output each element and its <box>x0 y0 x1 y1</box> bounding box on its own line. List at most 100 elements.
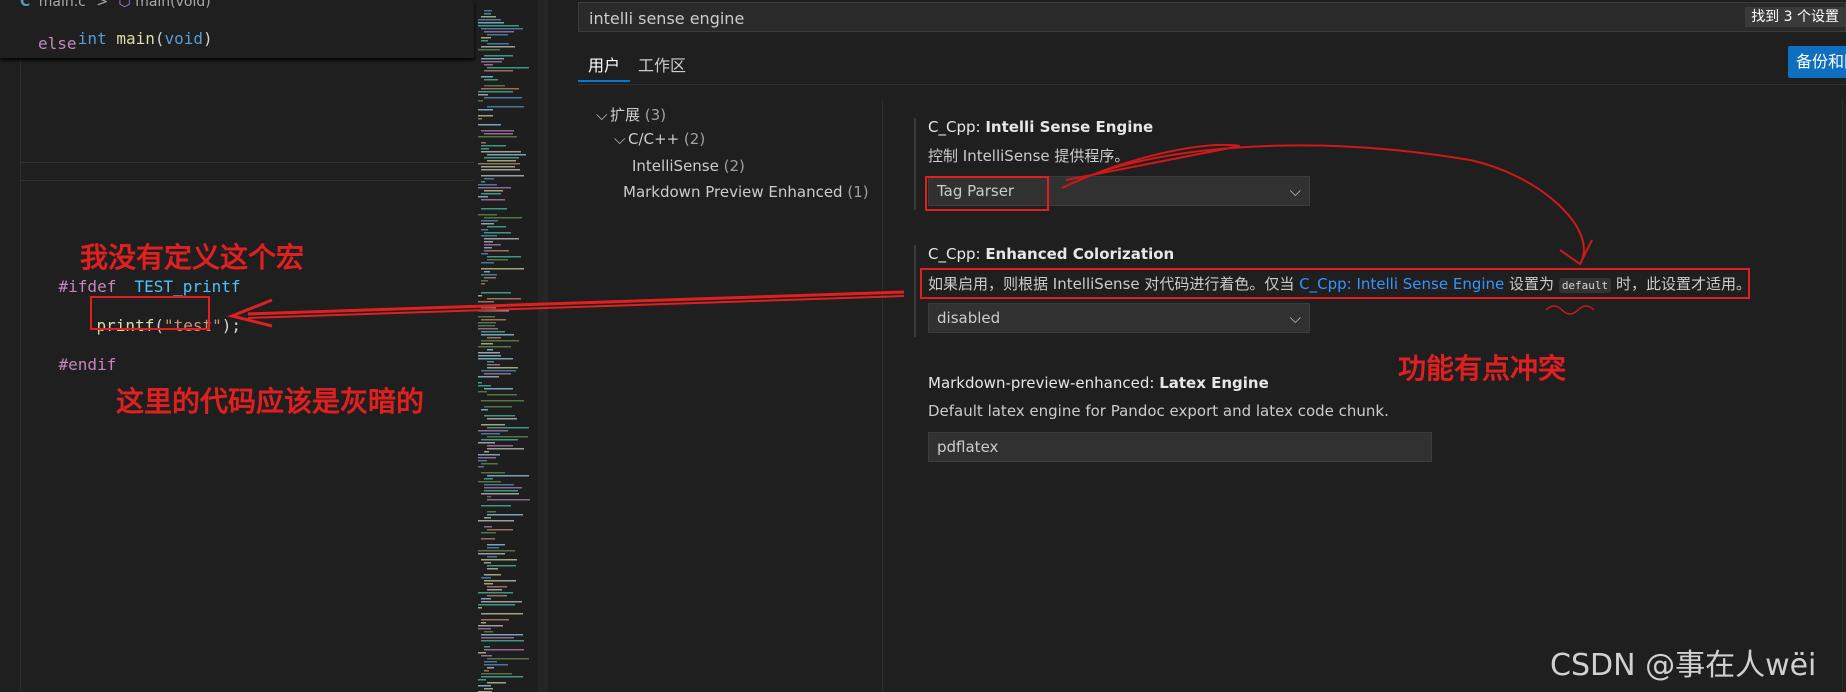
minimap-line <box>478 430 508 432</box>
setting-name: Latex Engine <box>1159 374 1269 392</box>
toc-label: C/C++ <box>628 130 680 148</box>
minimap-line <box>484 79 498 81</box>
minimap-line <box>487 514 523 516</box>
divider-line <box>20 162 474 163</box>
minimap-line <box>487 667 494 669</box>
macro-name: TEST_printf <box>134 277 241 296</box>
minimap-line <box>484 190 503 192</box>
tab-user[interactable]: 用户 <box>588 52 620 76</box>
minimap-line <box>481 166 515 168</box>
minimap-line <box>478 625 503 627</box>
minimap-line <box>484 517 491 519</box>
sticky-scroll[interactable]: C main.c > ⬡ main(void) int main(void) e… <box>0 0 474 58</box>
minimap-line <box>481 538 495 540</box>
minimap-line <box>478 592 513 594</box>
minimap-line <box>478 322 496 324</box>
minimap-line <box>478 310 509 312</box>
minimap-line <box>481 400 524 402</box>
breadcrumb[interactable]: C main.c > ⬡ main(void) <box>0 0 211 10</box>
minimap-line <box>484 64 493 66</box>
minimap-line <box>484 232 511 234</box>
minimap-line <box>481 145 506 147</box>
toc-count: (2) <box>723 157 745 175</box>
minimap-line <box>481 601 522 603</box>
minimap-line <box>484 631 493 633</box>
chevron-right-icon: > <box>96 0 109 10</box>
minimap-line <box>478 460 487 462</box>
minimap-line <box>478 109 493 111</box>
breadcrumb-file[interactable]: main.c <box>39 0 86 10</box>
toc-label: 扩展 <box>610 106 641 124</box>
code-editor[interactable]: #ifdef TEST_printf printf("test"); #endi… <box>0 0 478 692</box>
enhanced-colorization-select[interactable]: disabled ⌵ <box>928 303 1310 333</box>
code-line-endif[interactable]: #endif <box>20 336 117 393</box>
minimap-line <box>487 106 524 108</box>
toc-item-cpp[interactable]: ⌵ C/C++ (2) <box>614 130 705 148</box>
minimap-line <box>484 157 519 159</box>
minimap-line <box>481 208 507 210</box>
minimap-line <box>481 40 488 42</box>
minimap-line <box>478 628 491 630</box>
minimap-line <box>478 328 498 330</box>
minimap-line <box>487 658 529 660</box>
setting-category: C_Cpp: <box>928 118 986 136</box>
minimap-line <box>481 220 498 222</box>
minimap-line <box>487 349 493 351</box>
cube-icon: ⬡ <box>118 0 131 10</box>
annotation-box-macro <box>90 296 210 330</box>
setting-category: Markdown-preview-enhanced: <box>928 374 1160 392</box>
minimap-line <box>478 124 501 126</box>
directive-endif: #endif <box>58 355 117 374</box>
minimap-line <box>481 676 523 678</box>
minimap-line <box>478 685 491 687</box>
watermark: CSDN @事在人wëi <box>1550 648 1817 683</box>
params-close: ) <box>203 29 213 48</box>
minimap-line <box>487 226 506 228</box>
chevron-down-icon: ⌵ <box>1289 309 1301 327</box>
settings-panel[interactable]: 找到 3 个设置 用户 工作区 备份和同步设置 ⌵扩展 (3) ⌵C/C++ (… <box>548 0 1846 692</box>
minimap-line <box>484 178 494 180</box>
minimap-line <box>481 37 491 39</box>
editor-scrollbar[interactable] <box>538 0 548 692</box>
minimap-line <box>481 76 493 78</box>
settings-search-input[interactable] <box>587 3 1591 33</box>
toc-label: Markdown Preview Enhanced <box>623 183 843 201</box>
minimap-line <box>478 376 499 378</box>
param-type: void <box>164 29 204 48</box>
minimap-line <box>487 529 513 531</box>
minimap-line <box>481 640 524 642</box>
settings-search-box[interactable]: 找到 3 个设置 <box>578 2 1846 33</box>
breadcrumb-symbol[interactable]: main(void) <box>135 0 211 10</box>
minimap-line <box>487 34 508 36</box>
setting-title-latex-engine: Markdown-preview-enhanced: Latex Engine <box>928 374 1269 392</box>
c-file-icon: C <box>20 0 31 10</box>
minimap-line <box>478 652 486 654</box>
minimap-line <box>478 454 500 456</box>
minimap-line <box>487 364 500 366</box>
minimap-line <box>481 148 489 150</box>
backup-sync-button[interactable]: 备份和同步设置 <box>1788 46 1846 78</box>
minimap-line <box>484 451 489 453</box>
function-name: main <box>116 29 155 48</box>
latex-engine-input[interactable]: pdflatex <box>928 432 1432 462</box>
minimap-line <box>487 394 517 396</box>
minimap-line <box>484 664 508 666</box>
sticky-line-else[interactable]: else <box>38 34 77 53</box>
tab-workspace[interactable]: 工作区 <box>638 52 686 76</box>
minimap-line <box>481 598 491 600</box>
minimap-line <box>481 181 485 183</box>
toc-item-intellisense[interactable]: IntelliSense (2) <box>632 157 745 175</box>
setting-title-enhanced-colorization: C_Cpp: Enhanced Colorization <box>928 245 1174 263</box>
minimap-line <box>481 229 488 231</box>
minimap-line <box>481 559 517 561</box>
toc-item-extensions[interactable]: ⌵ 扩展 (3) <box>596 104 666 125</box>
minimap-line <box>484 478 493 480</box>
setting-name: Enhanced Colorization <box>985 245 1175 263</box>
minimap[interactable] <box>478 8 534 692</box>
toc-divider <box>882 100 883 692</box>
minimap-line <box>484 244 501 246</box>
minimap-line <box>487 445 513 447</box>
toc-item-markdown-preview[interactable]: Markdown Preview Enhanced (1) <box>623 183 869 201</box>
minimap-line <box>481 472 505 474</box>
minimap-line <box>484 70 513 72</box>
